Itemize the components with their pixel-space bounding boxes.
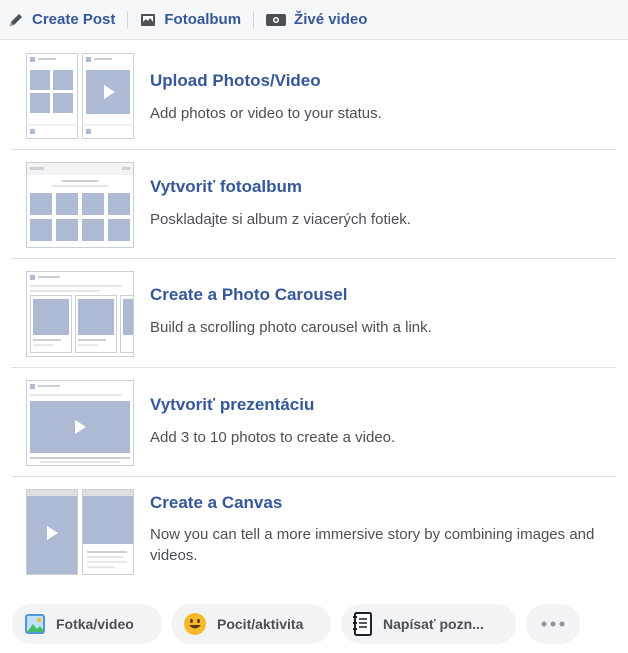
- feeling-activity-button[interactable]: Pocit/aktivita: [171, 604, 331, 644]
- option-description: Now you can tell a more immersive story …: [150, 526, 595, 564]
- create-photo-album-option[interactable]: Vytvoriť fotoalbum Poskladajte si album …: [12, 150, 616, 259]
- create-slideshow-option[interactable]: Vytvoriť prezentáciu Add 3 to 10 photos …: [12, 368, 616, 477]
- create-photo-carousel-option[interactable]: Create a Photo Carousel Build a scrollin…: [12, 259, 616, 368]
- create-canvas-option[interactable]: Create a Canvas Now you can tell a more …: [12, 477, 616, 592]
- option-description: Build a scrolling photo carousel with a …: [150, 319, 432, 336]
- option-description: Add photos or video to your status.: [150, 105, 382, 122]
- option-title: Create a Canvas: [150, 493, 283, 512]
- composer-action-bar: Fotka/video Pocit/aktivita Napísať pozn.…: [0, 596, 628, 653]
- create-post-label: Create Post: [32, 11, 116, 28]
- option-title: Vytvoriť prezentáciu: [150, 395, 315, 414]
- canvas-thumbnail: [26, 489, 134, 580]
- photo-icon: [24, 613, 46, 635]
- more-options-button[interactable]: [526, 604, 580, 644]
- photo-album-tab[interactable]: Fotoalbum: [140, 0, 241, 40]
- photo-carousel-thumbnail: [26, 271, 134, 362]
- option-title: Vytvoriť fotoalbum: [150, 177, 303, 196]
- option-title: Create a Photo Carousel: [150, 285, 348, 304]
- photo-album-label: Fotoalbum: [164, 11, 242, 28]
- photo-video-label: Fotka/video: [56, 616, 134, 632]
- feeling-activity-label: Pocit/aktivita: [217, 616, 304, 632]
- notebook-icon: [353, 612, 373, 636]
- composer-options-list: Upload Photos/Video Add photos or video …: [12, 41, 616, 592]
- upload-photos-video-option[interactable]: Upload Photos/Video Add photos or video …: [12, 41, 616, 150]
- live-video-tab[interactable]: Živé video: [266, 0, 367, 40]
- live-video-label: Živé video: [294, 11, 368, 28]
- photo-album-icon: [140, 12, 156, 28]
- more-icon: [541, 621, 565, 627]
- create-post-tab[interactable]: Create Post: [8, 0, 115, 40]
- upload-photos-thumbnail: [26, 53, 134, 144]
- photo-album-thumbnail: [26, 162, 134, 253]
- composer-toolbar: Create Post Fotoalbum Živé video: [0, 0, 628, 40]
- slideshow-thumbnail: [26, 380, 134, 471]
- pencil-icon: [8, 12, 24, 28]
- write-note-button[interactable]: Napísať pozn...: [341, 604, 516, 644]
- write-note-label: Napísať pozn...: [383, 616, 484, 632]
- live-video-icon: [266, 12, 287, 28]
- photo-video-button[interactable]: Fotka/video: [12, 604, 162, 644]
- toolbar-divider: [127, 10, 129, 29]
- toolbar-divider: [253, 10, 255, 29]
- option-description: Poskladajte si album z viacerých fotiek.: [150, 211, 411, 228]
- option-title: Upload Photos/Video: [150, 71, 321, 90]
- option-description: Add 3 to 10 photos to create a video.: [150, 429, 396, 446]
- smiley-icon: [183, 612, 207, 636]
